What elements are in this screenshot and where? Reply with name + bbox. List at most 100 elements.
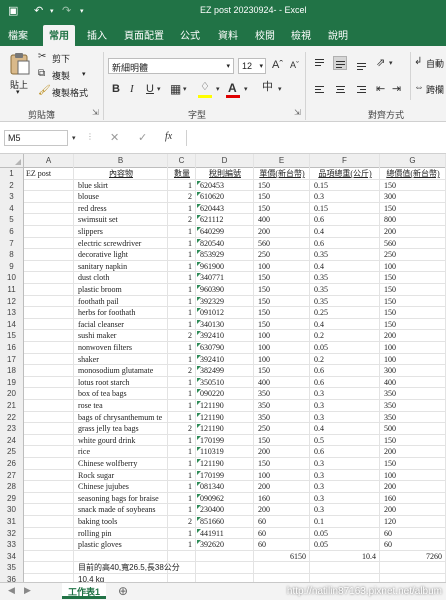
font-color-button[interactable]: A [226, 81, 242, 99]
row-header[interactable]: 20 [0, 388, 24, 400]
unit-price-cell[interactable]: 560 [256, 239, 308, 249]
total-value-cell[interactable]: 800 [382, 215, 444, 225]
name-box[interactable]: M5 [4, 130, 68, 146]
add-sheet-icon[interactable]: ⊕ [118, 585, 128, 597]
total-value-cell[interactable]: 200 [382, 227, 444, 237]
redo-icon[interactable]: ↷ [62, 4, 71, 17]
row-header[interactable]: 17 [0, 353, 24, 366]
tariff-code-cell[interactable]: 340130 [198, 320, 252, 330]
header-cell-f[interactable]: 品項總重(公斤) [312, 169, 378, 179]
align-center-icon[interactable] [333, 82, 347, 96]
tariff-code-cell[interactable]: 090962 [198, 494, 252, 504]
quantity-cell[interactable]: 1 [170, 389, 194, 399]
font-size-dropdown-icon[interactable]: ▾ [259, 62, 263, 70]
item-name-cell[interactable]: Rock sugar [76, 471, 166, 481]
sheet-tab-1[interactable]: 工作表1 [62, 583, 107, 599]
row-header[interactable]: 15 [0, 330, 24, 342]
quantity-cell[interactable]: 1 [170, 308, 194, 318]
row-header[interactable]: 26 [0, 458, 24, 470]
tariff-code-cell[interactable]: 630790 [198, 343, 252, 353]
tab-file[interactable]: 檔案 [8, 27, 28, 42]
unit-price-cell[interactable]: 150 [256, 459, 308, 469]
unit-price-cell[interactable]: 150 [256, 297, 308, 307]
tariff-code-cell[interactable]: 392620 [198, 540, 252, 550]
unit-price-cell[interactable]: 150 [256, 181, 308, 191]
item-name-cell[interactable]: Chinese wolfberry [76, 459, 166, 469]
tab-page-layout[interactable]: 頁面配置 [124, 27, 164, 42]
weight-cell[interactable]: 0.35 [312, 273, 378, 283]
total-value-cell[interactable]: 150 [382, 320, 444, 330]
cancel-entry-icon[interactable]: ✕ [110, 133, 119, 144]
tariff-code-cell[interactable]: 121190 [198, 424, 252, 434]
quantity-cell[interactable]: 2 [170, 215, 194, 225]
row-header[interactable]: 23 [0, 423, 24, 435]
column-header-g[interactable]: G [380, 154, 446, 168]
total-value-cell[interactable]: 150 [382, 308, 444, 318]
total-value-cell[interactable]: 150 [382, 297, 444, 307]
quantity-cell[interactable]: 2 [170, 366, 194, 376]
item-name-cell[interactable]: sushi maker [76, 331, 166, 341]
item-name-cell[interactable]: seasoning bags for braise [76, 494, 166, 504]
weight-cell[interactable]: 0.2 [312, 355, 378, 365]
name-box-dropdown-icon[interactable]: ▾ [72, 135, 76, 142]
unit-price-cell[interactable]: 150 [256, 273, 308, 283]
weight-cell[interactable]: 0.6 [312, 239, 378, 249]
insert-function-icon[interactable]: fx [165, 132, 172, 142]
item-name-cell[interactable]: rolling pin [76, 529, 166, 539]
row-header[interactable]: 12 [0, 295, 24, 308]
column-header-d[interactable]: D [196, 154, 254, 168]
weight-cell[interactable]: 0.3 [312, 459, 378, 469]
weight-cell[interactable]: 0.35 [312, 297, 378, 307]
row-header[interactable]: 22 [0, 411, 24, 424]
row-header[interactable]: 25 [0, 446, 24, 458]
weight-cell[interactable]: 0.4 [312, 262, 378, 272]
weight-cell[interactable]: 0.3 [312, 494, 378, 504]
total-weight-cell[interactable]: 10.4 [312, 552, 378, 562]
decrease-indent-icon[interactable]: ⇤ [376, 84, 385, 95]
item-name-cell[interactable]: red dress [76, 204, 166, 214]
weight-cell[interactable]: 0.05 [312, 529, 378, 539]
row-header[interactable]: 35 [0, 562, 24, 574]
tariff-code-cell[interactable]: 620443 [198, 204, 252, 214]
top-align-icon[interactable] [312, 56, 326, 70]
tariff-code-cell[interactable]: 091012 [198, 308, 252, 318]
total-value-cell[interactable]: 150 [382, 459, 444, 469]
weight-cell[interactable]: 0.1 [312, 517, 378, 527]
tariff-code-cell[interactable]: 441911 [198, 529, 252, 539]
unit-price-cell[interactable]: 150 [256, 320, 308, 330]
row-header[interactable]: 11 [0, 284, 24, 296]
weight-cell[interactable]: 0.35 [312, 285, 378, 295]
unit-price-cell[interactable]: 400 [256, 378, 308, 388]
item-name-cell[interactable]: nonwoven filters [76, 343, 166, 353]
total-value-cell[interactable]: 120 [382, 517, 444, 527]
item-name-cell[interactable]: snack made of soybeans [76, 505, 166, 515]
weight-cell[interactable]: 0.05 [312, 540, 378, 550]
row-header[interactable]: 3 [0, 191, 24, 203]
grand-total-cell[interactable]: 7260 [382, 552, 444, 562]
total-value-cell[interactable]: 150 [382, 285, 444, 295]
format-painter-button[interactable]: 🖌 複製格式 [38, 85, 108, 99]
item-name-cell[interactable]: plastic gloves [76, 540, 166, 550]
formula-input[interactable] [186, 130, 446, 146]
quantity-cell[interactable]: 1 [170, 320, 194, 330]
quantity-cell[interactable]: 1 [170, 482, 194, 492]
tariff-code-cell[interactable]: 853929 [198, 250, 252, 260]
align-right-icon[interactable] [354, 82, 368, 96]
save-icon[interactable]: ▣ [8, 4, 18, 17]
total-value-cell[interactable]: 560 [382, 239, 444, 249]
weight-cell[interactable]: 0.15 [312, 204, 378, 214]
increase-font-icon[interactable]: Aˆ [272, 60, 283, 71]
undo-icon[interactable]: ↶ [34, 4, 43, 17]
quantity-cell[interactable]: 1 [170, 355, 194, 365]
middle-align-icon[interactable] [333, 56, 347, 70]
orientation-dropdown-icon[interactable]: ▾ [389, 60, 393, 67]
weight-cell[interactable]: 0.05 [312, 343, 378, 353]
weight-cell[interactable]: 0.3 [312, 505, 378, 515]
item-name-cell[interactable]: decorative light [76, 250, 166, 260]
row-header[interactable]: 27 [0, 469, 24, 482]
quantity-cell[interactable]: 1 [170, 378, 194, 388]
row-header[interactable]: 32 [0, 527, 24, 540]
total-value-cell[interactable]: 200 [382, 505, 444, 515]
confirm-entry-icon[interactable]: ✓ [138, 133, 147, 144]
tariff-code-cell[interactable]: 230400 [198, 505, 252, 515]
